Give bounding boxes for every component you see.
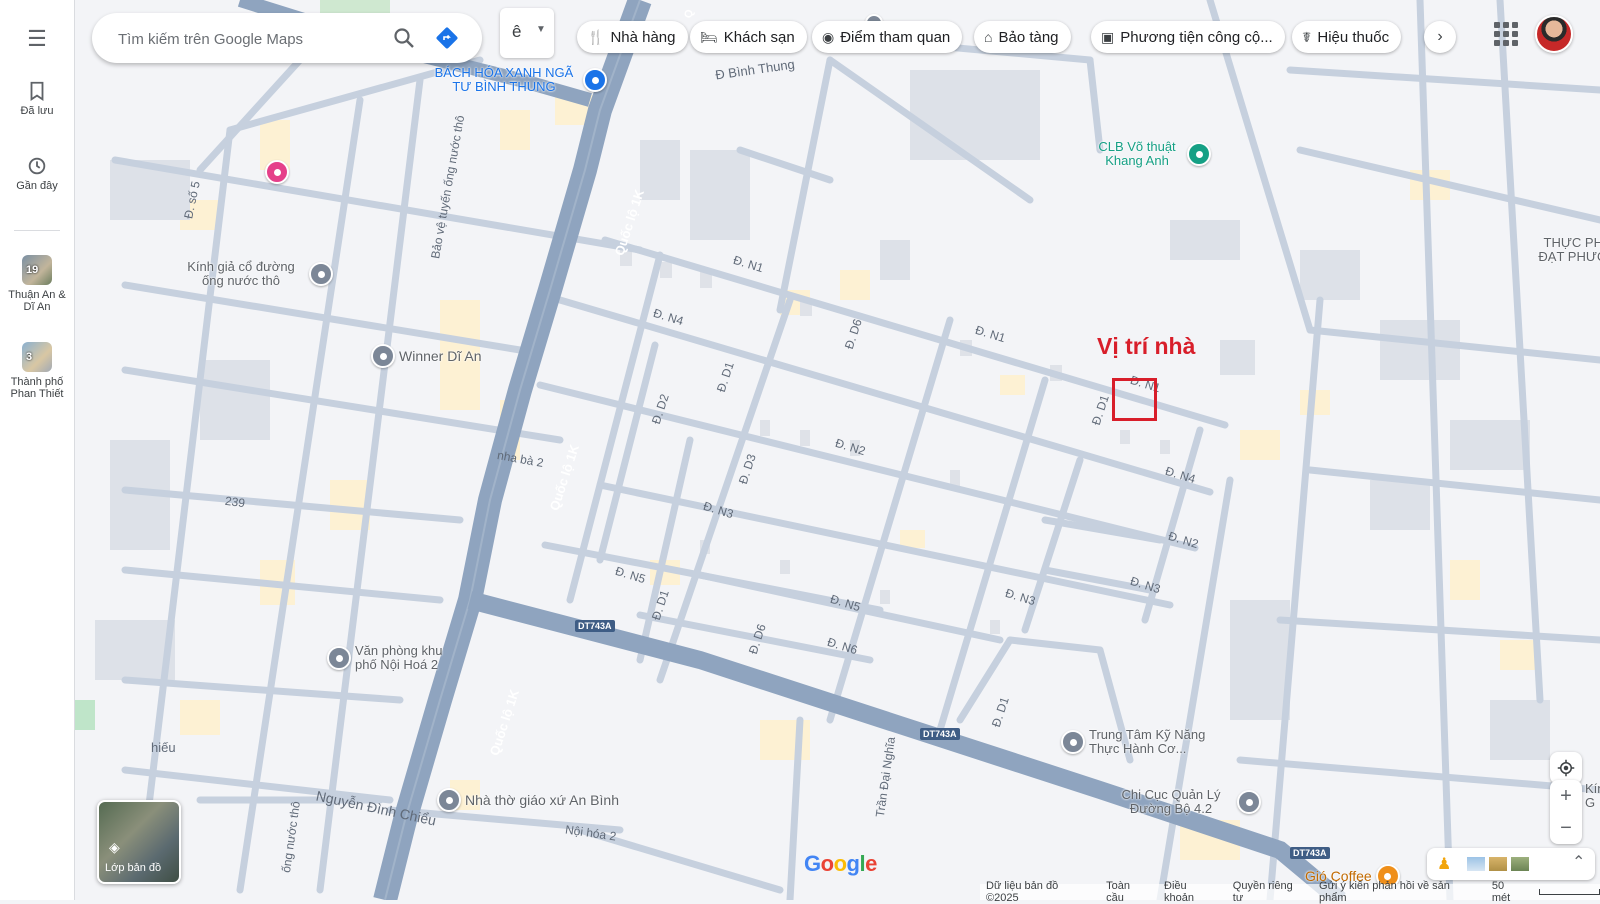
shield-dt743a: DT743A [920,728,960,740]
road-label-239: 239 [224,493,246,511]
map-footer: Dữ liệu bản đồ ©2025 Toàn cầu Điều khoản… [980,880,1600,904]
pharmacy-icon: ☤ [1302,28,1312,45]
rail-divider [14,230,60,231]
recent-place-thuan-an[interactable]: 19 Thuận An & Dĩ An [0,255,74,313]
search-box [92,13,482,63]
place-thumbnail: 19 [22,255,52,285]
poi-bach-hoa-xanh[interactable]: BÁCH HÓA XANH NGÃ TƯ BÌNH THUNG [425,66,607,94]
pegman-icon[interactable]: ♟ [1437,854,1451,874]
place-thumbnail: 3 [22,342,52,372]
chip-transit[interactable]: ▣ Phương tiện công cộ... [1091,21,1285,53]
search-input[interactable] [116,26,380,52]
saved-label: Đã lưu [20,105,54,117]
recent-button[interactable]: Gần đây [0,155,74,192]
train-icon: ▣ [1101,28,1115,45]
layers-label: Lớp bản đồ [105,862,162,874]
zoom-control: + − [1550,780,1582,844]
street-view-bar: ♟ ⌃ [1427,848,1595,880]
scale-label[interactable]: 50 mét [1492,880,1525,904]
input-method-selector[interactable]: ê ▼ [500,8,554,58]
map-data-credit: Dữ liệu bản đồ ©2025 [986,880,1059,904]
annotation-box [1112,378,1157,421]
fork-knife-icon: 🍴 [587,28,605,45]
imagery-thumb[interactable] [1489,857,1507,871]
bed-icon: 🛏 [700,28,718,45]
place-label: Thành phố Phan Thiết [10,376,64,400]
imagery-thumb[interactable] [1511,857,1529,871]
recent-place-phan-thiet[interactable]: 3 Thành phố Phan Thiết [0,342,74,400]
chip-pharmacies[interactable]: ☤ Hiệu thuốc [1292,21,1402,53]
poi-chi-cuc[interactable]: Chi Cục Quản Lý Đường Bộ 4.2 [1105,788,1261,816]
zoom-out-button[interactable]: − [1550,812,1582,844]
privacy-link[interactable]: Quyền riêng tư [1233,880,1305,904]
poi-van-phong[interactable]: Văn phòng khu phố Nội Hoá 2 [327,644,465,672]
menu-icon[interactable]: ☰ [0,26,74,52]
layers-button[interactable]: ◈ Lớp bản đồ [97,800,181,884]
poi-nha-tho[interactable]: Nhà thờ giáo xứ An Bình [437,788,619,812]
map-canvas[interactable]: Quốc lộ 1K Quốc lộ 1K Quốc lộ 1K Q DT743… [75,0,1600,900]
bookmark-icon [30,81,44,101]
chevron-right-icon: › [1437,28,1443,45]
layers-icon: ◈ [109,839,120,855]
chip-attractions[interactable]: ◉ Điểm tham quan [812,21,963,53]
history-icon [28,157,46,175]
zoom-in-button[interactable]: + [1550,780,1582,812]
crosshair-icon [1557,759,1575,777]
place-label: Thuận An & Dĩ An [8,289,66,313]
search-icon[interactable] [392,26,416,50]
chip-museums[interactable]: ⌂ Bảo tàng [974,21,1071,53]
feedback-link[interactable]: Gửi ý kiến phản hồi về sản phẩm [1319,880,1478,904]
poi-trung-tam[interactable]: Trung Tâm Kỹ Năng Thực Hành Cơ... [1061,728,1239,756]
place-icon [309,262,333,286]
chips-next-button[interactable]: › [1424,21,1456,53]
road-label-hieu: hiếu [151,740,176,755]
apps-grid-icon[interactable] [1494,22,1518,46]
terms-link[interactable]: Điều khoản [1164,880,1219,904]
church-icon [437,788,461,812]
poi-winner-di-an[interactable]: Winner Dĩ An [371,344,481,368]
chip-restaurants[interactable]: 🍴 Nhà hàng [577,21,688,53]
government-icon [1237,790,1261,814]
chip-hotels[interactable]: 🛏 Khách sạn [690,21,807,53]
avatar[interactable] [1535,15,1573,53]
shield-dt743a: DT743A [1290,847,1330,859]
ime-char: ê [512,22,522,41]
directions-icon[interactable] [435,26,459,50]
poi-clb-vo-thuat[interactable]: CLB Võ thuật Khang Anh [1087,140,1211,168]
global-link[interactable]: Toàn cầu [1106,880,1150,904]
hotel-pin-icon[interactable] [265,160,289,184]
place-icon [1061,730,1085,754]
cart-icon [583,68,607,92]
poi-kinh-gia-co[interactable]: Kính giả cổ đường ống nước thô [173,260,333,288]
left-rail: ☰ Đã lưu Gần đây 19 Thuận An & Dĩ An 3 T… [0,0,75,900]
place-icon [1187,142,1211,166]
scale-bar [1538,889,1600,895]
annotation-label: Vị trí nhà [1097,333,1196,359]
place-icon [327,646,351,670]
chevron-down-icon: ▼ [536,24,546,35]
poi-thuc-pham[interactable]: THỰC PHẨM ĐẠT PHƯƠNG [1529,236,1600,264]
museum-icon: ⌂ [984,29,993,45]
poi-kinh-right[interactable]: Kính c... (HL... G [1581,782,1600,810]
recent-label: Gần đây [16,180,58,192]
imagery-thumb[interactable] [1467,857,1485,871]
saved-button[interactable]: Đã lưu [0,80,74,117]
google-logo: Google [804,851,877,876]
place-icon [371,344,395,368]
shield-dt743a: DT743A [575,620,615,632]
chevron-up-icon[interactable]: ⌃ [1572,852,1585,872]
camera-icon: ◉ [822,28,835,45]
